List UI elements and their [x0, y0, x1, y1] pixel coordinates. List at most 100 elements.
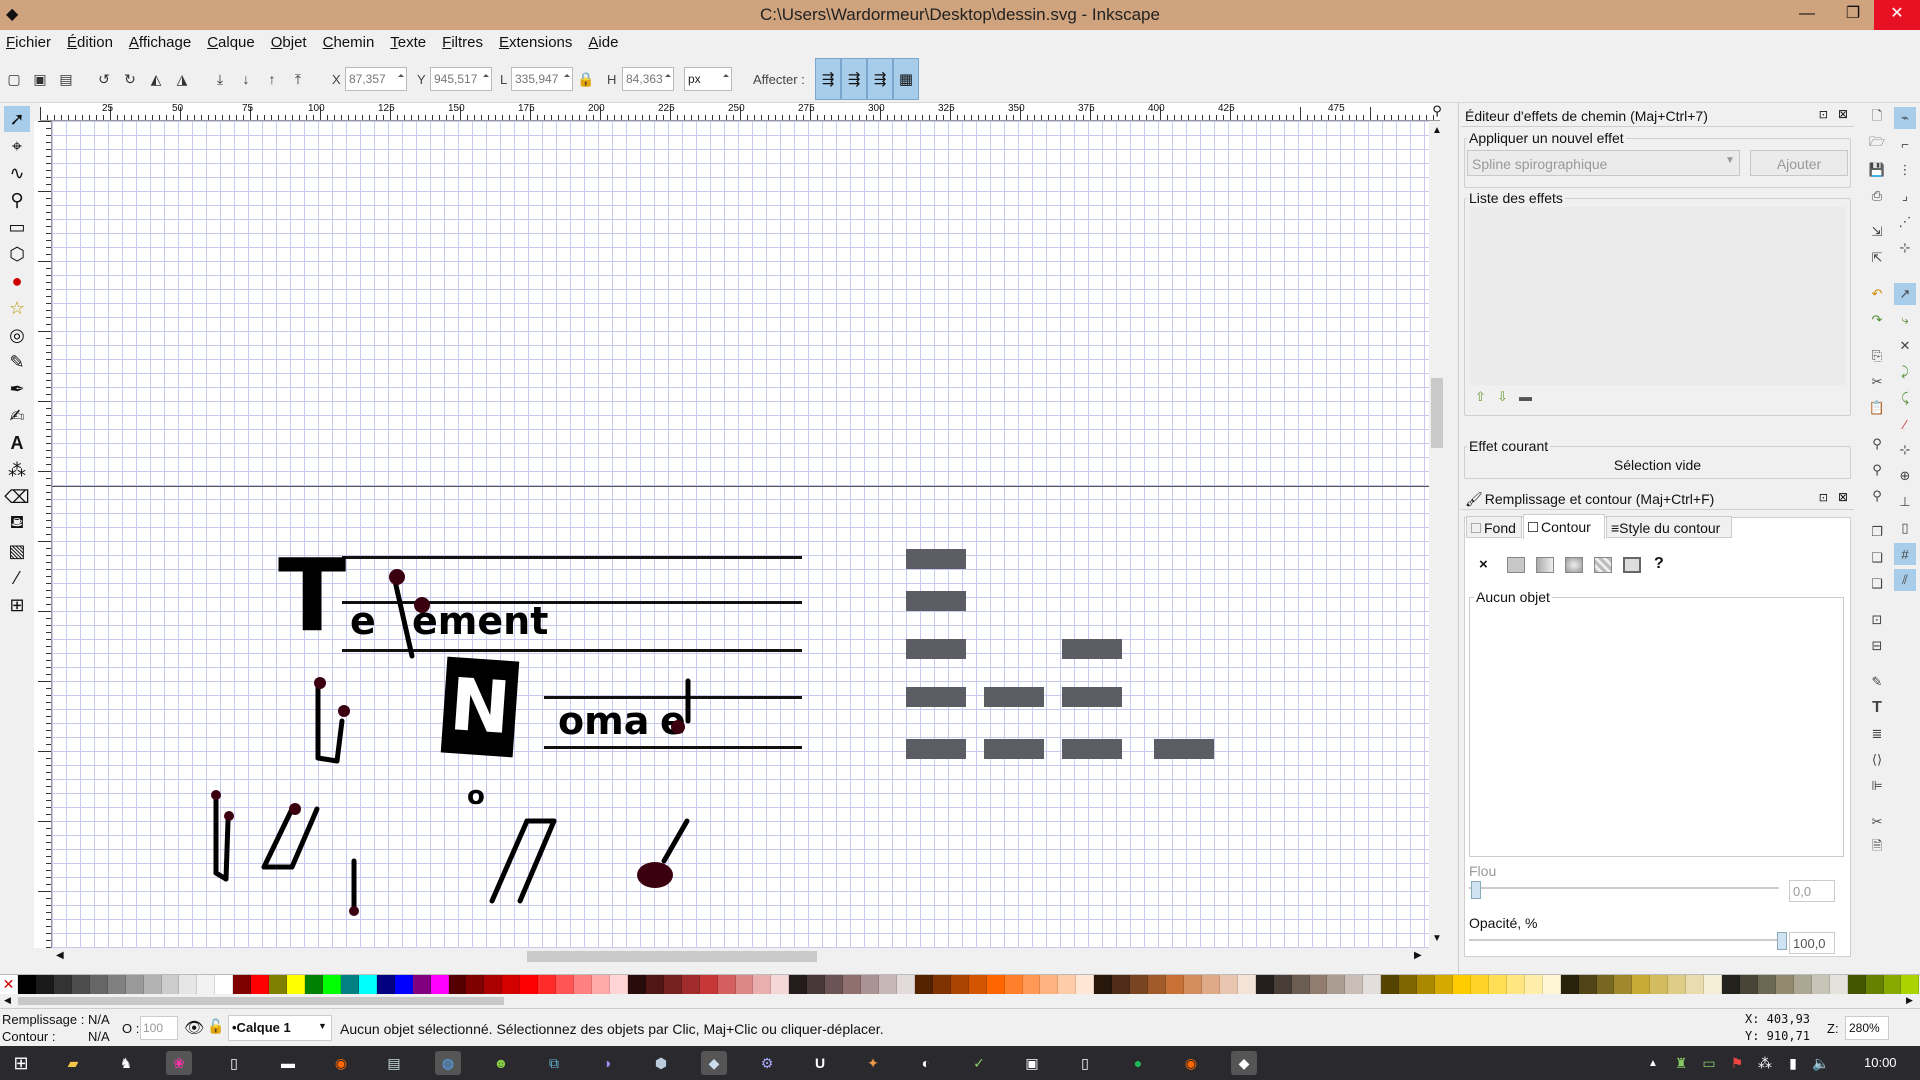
- save-icon[interactable]: 💾: [1866, 159, 1888, 181]
- color-swatch[interactable]: [1183, 975, 1202, 995]
- app-icon[interactable]: U: [807, 1051, 833, 1075]
- star-tool-icon[interactable]: ☆: [4, 295, 30, 321]
- menu-calque[interactable]: Calque: [207, 34, 255, 51]
- snap-paths-icon[interactable]: ⤷: [1894, 309, 1916, 331]
- connector-tool-icon[interactable]: ⊞: [4, 592, 30, 618]
- color-swatch[interactable]: [1255, 975, 1274, 995]
- color-swatch[interactable]: [609, 975, 628, 995]
- color-swatch[interactable]: [1040, 975, 1059, 995]
- color-swatch[interactable]: [1363, 975, 1382, 995]
- zoom-selection-icon[interactable]: ⚲: [1866, 433, 1888, 455]
- zoom-corner-icon[interactable]: ⚲: [1429, 103, 1445, 121]
- flip-horizontal-icon[interactable]: ◭: [146, 70, 166, 88]
- snap-page-icon[interactable]: ▯: [1894, 517, 1916, 539]
- terminal-icon[interactable]: ▬: [275, 1051, 301, 1075]
- color-swatch[interactable]: [1542, 975, 1561, 995]
- app-icon[interactable]: ✓: [966, 1051, 992, 1075]
- color-swatch[interactable]: [556, 975, 575, 995]
- color-swatch[interactable]: [645, 975, 664, 995]
- menu-affichage[interactable]: Affichage: [129, 34, 191, 51]
- fill-stroke-icon[interactable]: ✎: [1866, 671, 1888, 693]
- iconify-icon[interactable]: ⊡: [1819, 108, 1828, 121]
- color-swatch[interactable]: [89, 975, 108, 995]
- copy-icon[interactable]: ⎘: [1866, 345, 1888, 367]
- spotify-icon[interactable]: ●: [1125, 1051, 1151, 1075]
- color-swatch[interactable]: [1291, 975, 1310, 995]
- eye-icon[interactable]: 👁: [184, 1018, 204, 1038]
- move-gradients-icon[interactable]: ⇶: [867, 58, 893, 100]
- selector-tool-icon[interactable]: ➚: [4, 106, 30, 132]
- menu-extensions[interactable]: Extensions: [499, 34, 572, 51]
- menu-objet[interactable]: Objet: [271, 34, 307, 51]
- blur-input[interactable]: 0,0: [1789, 880, 1835, 902]
- color-swatch[interactable]: [1058, 975, 1077, 995]
- color-swatch[interactable]: [789, 975, 808, 995]
- zoom-tool-icon[interactable]: ⚲: [4, 187, 30, 213]
- tray-icon[interactable]: ♜: [1668, 1051, 1694, 1075]
- steam-icon[interactable]: ◐: [913, 1051, 939, 1075]
- raise-to-top-icon[interactable]: ⤒: [288, 70, 308, 88]
- tab-fill[interactable]: Fond: [1466, 516, 1522, 538]
- color-swatch[interactable]: [1470, 975, 1489, 995]
- tweak-tool-icon[interactable]: ∿: [4, 160, 30, 186]
- zoom-input[interactable]: 280%: [1845, 1016, 1889, 1040]
- color-swatch[interactable]: [1327, 975, 1346, 995]
- app-icon[interactable]: ✦: [860, 1051, 886, 1075]
- color-swatch[interactable]: [161, 975, 180, 995]
- text-tool-icon[interactable]: A: [4, 430, 30, 456]
- scroll-up-icon[interactable]: ▲: [1432, 125, 1442, 136]
- snap-grid-icon[interactable]: #: [1894, 543, 1916, 565]
- radial-gradient-button[interactable]: [1565, 557, 1583, 573]
- color-swatch[interactable]: [1345, 975, 1364, 995]
- color-swatch[interactable]: [896, 975, 915, 995]
- color-swatch[interactable]: [1381, 975, 1400, 995]
- explorer-icon[interactable]: ▰: [60, 1051, 86, 1075]
- align-icon[interactable]: ⊫: [1866, 775, 1888, 797]
- deselect-icon[interactable]: ▤: [56, 70, 76, 88]
- new-document-icon[interactable]: 🗋: [1866, 107, 1888, 129]
- menu-aide[interactable]: Aide: [588, 34, 618, 51]
- color-swatch[interactable]: [107, 975, 126, 995]
- color-swatch[interactable]: [1686, 975, 1705, 995]
- color-swatch[interactable]: [968, 975, 987, 995]
- color-swatch[interactable]: [735, 975, 754, 995]
- scale-corners-icon[interactable]: ⇶: [841, 58, 867, 100]
- color-swatch[interactable]: [627, 975, 646, 995]
- dropper-tool-icon[interactable]: ⁄: [4, 565, 30, 591]
- color-swatch[interactable]: [376, 975, 395, 995]
- scroll-down-icon[interactable]: ▼: [1432, 933, 1442, 944]
- zoom-page-icon[interactable]: ⚲: [1866, 485, 1888, 507]
- file-icon[interactable]: ▯: [1072, 1051, 1098, 1075]
- color-swatch[interactable]: [1668, 975, 1687, 995]
- color-swatch[interactable]: [1650, 975, 1669, 995]
- color-swatch[interactable]: [125, 975, 144, 995]
- snap-intersection-icon[interactable]: ✕: [1894, 335, 1916, 357]
- x-input[interactable]: 87,357: [345, 67, 407, 91]
- flip-vertical-icon[interactable]: ◮: [172, 70, 192, 88]
- rotate-cw-icon[interactable]: ↻: [120, 70, 140, 88]
- iconify-icon[interactable]: ⊡: [1819, 491, 1828, 504]
- color-swatch[interactable]: [1435, 975, 1453, 995]
- blur-slider[interactable]: [1469, 887, 1779, 889]
- palette-scroll-thumb[interactable]: [18, 997, 504, 1005]
- 3d-box-tool-icon[interactable]: ⬡: [4, 241, 30, 267]
- app-icon[interactable]: ♞: [113, 1051, 139, 1075]
- color-swatch[interactable]: [53, 975, 72, 995]
- lower-to-bottom-icon[interactable]: ⤓: [210, 70, 230, 88]
- color-swatch[interactable]: [1775, 975, 1794, 995]
- app-icon[interactable]: ⬢: [648, 1051, 674, 1075]
- color-swatch[interactable]: [269, 975, 288, 995]
- vertical-scrollbar[interactable]: ▲ ▼: [1429, 121, 1445, 948]
- menu-filtres[interactable]: Filtres: [442, 34, 483, 51]
- color-swatch[interactable]: [502, 975, 521, 995]
- raise-icon[interactable]: ↑: [262, 70, 282, 88]
- color-swatch[interactable]: [1399, 975, 1418, 995]
- pen-tool-icon[interactable]: ✒: [4, 376, 30, 402]
- menu-fichier[interactable]: Fichier: [6, 34, 51, 51]
- layer-select[interactable]: •Calque 1: [228, 1015, 332, 1041]
- firefox-icon[interactable]: ◉: [1178, 1051, 1204, 1075]
- app-icon[interactable]: ◆: [701, 1051, 727, 1075]
- firefox-icon[interactable]: ◉: [328, 1051, 354, 1075]
- opacity-slider[interactable]: [1469, 939, 1779, 941]
- color-swatch[interactable]: [879, 975, 897, 995]
